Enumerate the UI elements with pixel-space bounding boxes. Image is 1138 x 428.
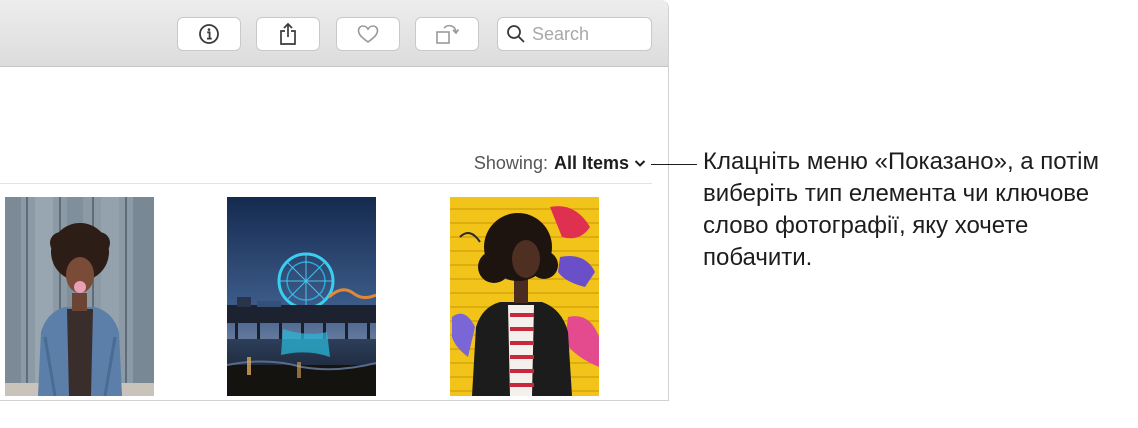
rotate-icon xyxy=(436,24,460,44)
search-input[interactable] xyxy=(532,23,642,45)
search-icon xyxy=(507,25,525,43)
share-icon xyxy=(280,22,296,45)
photo-thumbnail[interactable] xyxy=(5,197,154,396)
showing-menu[interactable]: Showing: All Items xyxy=(474,151,646,175)
info-icon xyxy=(199,24,219,44)
showing-value[interactable]: All Items xyxy=(554,153,629,174)
toolbar-divider xyxy=(0,183,652,184)
favorite-button[interactable] xyxy=(336,17,400,51)
showing-label: Showing: xyxy=(473,152,548,173)
chevron-down-icon[interactable] xyxy=(634,159,646,168)
photo-thumbnail[interactable] xyxy=(227,197,376,396)
share-button[interactable] xyxy=(256,17,320,51)
info-button[interactable] xyxy=(177,17,241,51)
photos-window: Showing: All Items xyxy=(0,0,669,401)
toolbar xyxy=(0,0,668,67)
photo-thumbnail[interactable] xyxy=(450,197,599,396)
search-field[interactable] xyxy=(497,17,652,51)
rotate-button[interactable] xyxy=(415,17,479,51)
callout-text: Клацніть меню «Показано», а потім вибері… xyxy=(703,148,1099,271)
heart-icon xyxy=(357,25,379,43)
callout-leader-line xyxy=(651,164,697,165)
